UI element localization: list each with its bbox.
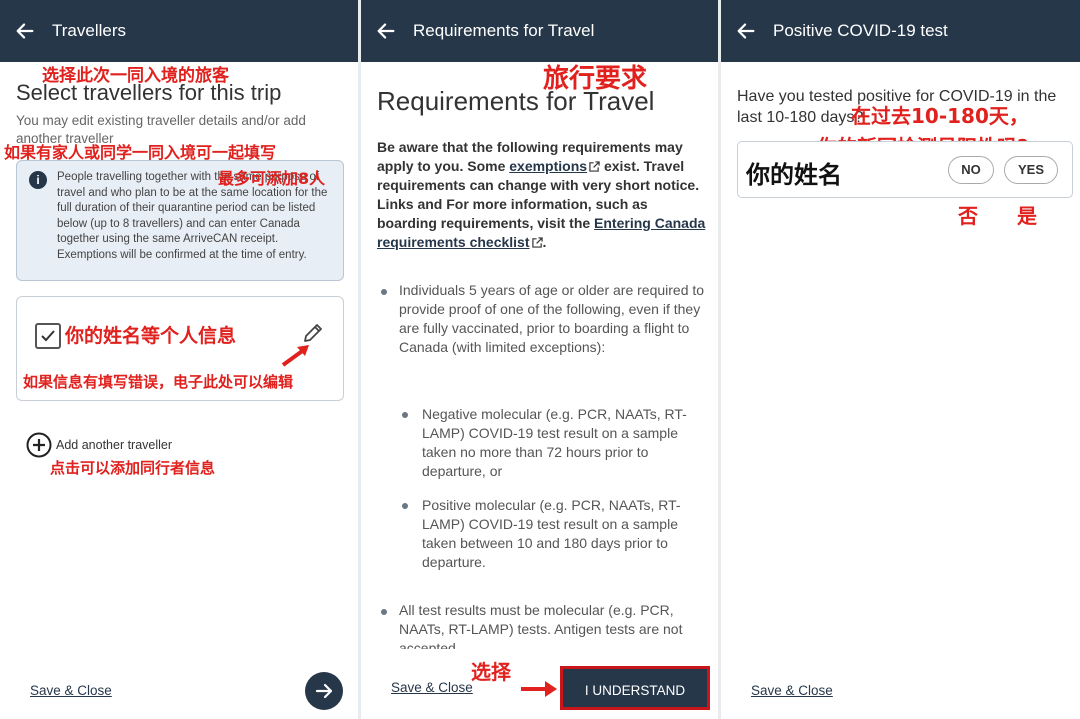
app-bar: Travellers	[0, 0, 358, 62]
annotation-edit-info: 如果信息有填写错误，电子此处可以编辑	[23, 373, 294, 391]
red-arrow-icon	[281, 345, 309, 367]
page-heading: Requirements for Travel	[377, 86, 655, 116]
annotation-max-8: 最多可添加8人	[218, 169, 326, 188]
next-button[interactable]	[305, 672, 343, 710]
save-close-link[interactable]: Save & Close	[30, 683, 112, 698]
yes-button[interactable]: YES	[1004, 156, 1058, 184]
question-card: 你的姓名 NO YES	[737, 141, 1073, 198]
i-understand-button[interactable]: I UNDERSTAND	[560, 666, 710, 710]
annotation-choose: 选择	[471, 660, 511, 684]
screen-title: Travellers	[52, 21, 126, 40]
app-bar: Requirements for Travel	[361, 0, 718, 62]
external-link-icon	[531, 237, 543, 248]
annotation-no: 否	[958, 204, 978, 228]
annotation-your-name: 你的姓名等个人信息	[65, 325, 237, 347]
annotation-your-name: 你的姓名	[746, 161, 842, 189]
back-arrow-icon[interactable]	[14, 20, 36, 42]
requirement-subbullet: Negative molecular (e.g. PCR, NAATs, RT-…	[422, 406, 687, 479]
bullet-dot	[381, 609, 387, 615]
requirement-subbullet: Positive molecular (e.g. PCR, NAATs, RT-…	[422, 497, 681, 570]
bullet-dot	[402, 503, 408, 509]
add-circle-icon	[26, 432, 52, 458]
travellers-screen: Travellers 选择此次一同入境的旅客 Select travellers…	[0, 0, 358, 719]
requirement-bullet: Individuals 5 years of age or older are …	[399, 282, 705, 355]
info-icon: i	[29, 171, 47, 189]
back-arrow-icon[interactable]	[375, 20, 397, 42]
annotation-add-companion: 点击可以添加同行者信息	[50, 459, 216, 477]
save-close-link[interactable]: Save & Close	[391, 680, 473, 695]
add-traveller-button[interactable]: Add another traveller	[26, 432, 172, 458]
page-heading: Select travellers for this trip	[16, 80, 282, 105]
edit-pencil-icon[interactable]	[301, 321, 325, 345]
requirements-screen: Requirements for Travel 旅行要求 Requirement…	[361, 0, 718, 719]
requirements-intro: Be aware that the following requirements…	[377, 138, 707, 252]
covid-test-screen: Positive COVID-19 test Have you tested p…	[721, 0, 1080, 719]
traveller-card[interactable]: 你的姓名等个人信息 如果信息有填写错误，电子此处可以编辑	[16, 296, 344, 401]
screen-title: Requirements for Travel	[413, 21, 595, 40]
requirement-bullet: All test results must be molecular (e.g.…	[399, 602, 683, 649]
red-arrow-icon	[521, 681, 557, 697]
back-arrow-icon[interactable]	[735, 20, 757, 42]
screen-title: Positive COVID-19 test	[773, 21, 948, 40]
external-link-icon	[589, 161, 600, 172]
app-bar: Positive COVID-19 test	[721, 0, 1080, 62]
intro-text: .	[542, 234, 547, 250]
arrow-right-icon	[315, 683, 333, 699]
add-traveller-label: Add another traveller	[56, 438, 173, 452]
no-button[interactable]: NO	[948, 156, 994, 184]
exemptions-link[interactable]: exemptions	[509, 158, 587, 174]
annotation-past-days: 在过去10-180天，	[851, 104, 1029, 128]
bullet-dot	[381, 289, 387, 295]
traveller-checkbox[interactable]	[35, 323, 61, 349]
bullet-dot	[402, 412, 408, 418]
annotation-yes: 是	[1017, 204, 1037, 228]
save-close-link[interactable]: Save & Close	[751, 683, 833, 698]
checkmark-icon	[41, 330, 55, 342]
